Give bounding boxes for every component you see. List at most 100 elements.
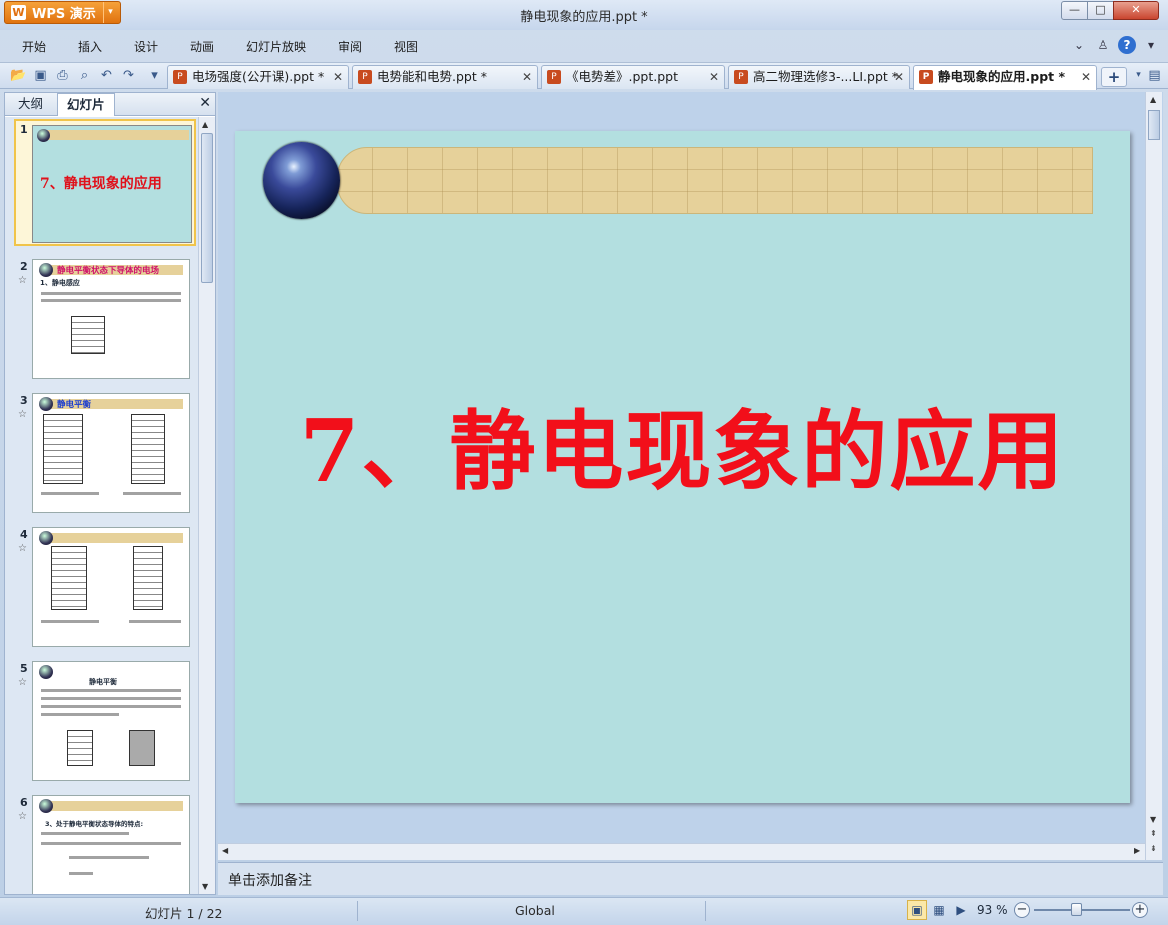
scrollbar-thumb[interactable] <box>1148 110 1160 140</box>
text-line <box>41 689 181 692</box>
thumbnails-scrollbar[interactable]: ▲ ▼ <box>198 117 215 894</box>
ppt-file-icon: P <box>547 70 561 84</box>
doc-tab-3[interactable]: P 《电势差》.ppt.ppt ✕ <box>541 65 725 89</box>
slide-number: 2 <box>20 260 28 273</box>
globe-image <box>263 142 340 219</box>
tab-layout-icon[interactable]: ▤ <box>1146 67 1163 84</box>
close-tab-icon[interactable]: ✕ <box>894 66 904 88</box>
zoom-out-icon[interactable]: − <box>1014 902 1030 918</box>
slide-thumbnail-4[interactable]: 4 ☆ <box>5 527 198 652</box>
save-icon[interactable]: ▣ <box>32 67 49 84</box>
editor-vertical-scrollbar[interactable]: ▲ ▼ ⇞ ⇟ <box>1145 92 1162 860</box>
zoom-slider-track[interactable] <box>1034 909 1130 911</box>
globe-icon <box>39 799 53 813</box>
slides-panel: 大纲 幻灯片 ✕ 1 7、静电现象的应用 2 ☆ 静电平衡状态下导体的电场 1、… <box>4 92 216 895</box>
next-slide-icon[interactable]: ⇟ <box>1150 844 1157 853</box>
scroll-left-icon[interactable]: ◀ <box>222 846 228 855</box>
scroll-up-icon[interactable]: ▲ <box>202 120 208 129</box>
close-window-button[interactable]: ✕ <box>1113 1 1159 20</box>
thumbnail-title: 7、静电现象的应用 <box>40 176 162 192</box>
collapse-ribbon-icon[interactable]: ⌄ <box>1070 36 1088 54</box>
slide-canvas[interactable]: 7、静电现象的应用 <box>235 131 1130 803</box>
minimize-button[interactable]: — <box>1061 1 1088 20</box>
doc-tab-label: 电势能和电势.ppt * <box>377 69 487 84</box>
editor-horizontal-scrollbar[interactable]: ◀ ▶ <box>218 843 1145 860</box>
slide-number: 3 <box>20 394 28 407</box>
menu-home[interactable]: 开始 <box>22 38 46 55</box>
scroll-down-icon[interactable]: ▼ <box>202 882 208 891</box>
new-tab-button[interactable]: + <box>1101 67 1127 87</box>
text-line <box>41 492 99 495</box>
scroll-right-icon[interactable]: ▶ <box>1134 846 1140 855</box>
menu-right-tools: ⌄ ♙ ? ▾ <box>1070 36 1160 54</box>
slide-thumbnail-1[interactable]: 1 7、静电现象的应用 <box>14 119 196 246</box>
notes-pane[interactable]: 单击添加备注 <box>218 862 1163 895</box>
help-icon[interactable]: ? <box>1118 36 1136 54</box>
formula-line <box>69 872 93 875</box>
redo-icon[interactable]: ↷ <box>120 67 137 84</box>
slide-thumbnail-5[interactable]: 5 ☆ 静电平衡 <box>5 661 198 786</box>
close-tab-icon[interactable]: ✕ <box>522 66 532 88</box>
slide-thumbnail-2[interactable]: 2 ☆ 静电平衡状态下导体的电场 1、静电感应 <box>5 259 198 384</box>
slide-sorter-icon[interactable]: ▦ <box>929 900 949 920</box>
slide-editor: 7、静电现象的应用 ▲ ▼ ⇞ ⇟ ◀ ▶ <box>218 92 1163 860</box>
doc-tab-active[interactable]: P 静电现象的应用.ppt * ✕ <box>913 65 1097 90</box>
tab-list-icon[interactable]: ▾ <box>1130 67 1147 84</box>
text-line <box>41 697 181 700</box>
maximize-button[interactable]: □ <box>1087 1 1114 20</box>
menu-animation[interactable]: 动画 <box>190 38 214 55</box>
thumbnail-title: 3、处于静电平衡状态导体的特点: <box>45 820 144 828</box>
undo-icon[interactable]: ↶ <box>98 67 115 84</box>
doc-tab-2[interactable]: P 电势能和电势.ppt * ✕ <box>352 65 538 89</box>
menu-design[interactable]: 设计 <box>134 38 158 55</box>
previous-slide-icon[interactable]: ⇞ <box>1150 829 1157 838</box>
open-folder-icon[interactable]: 📂 <box>10 67 27 84</box>
scrollbar-thumb[interactable] <box>201 133 213 283</box>
scroll-down-icon[interactable]: ▼ <box>1150 815 1156 824</box>
slide-thumbnail-image: 3、处于静电平衡状态导体的特点: <box>32 795 190 894</box>
theme-name: Global <box>515 903 555 918</box>
menu-slideshow[interactable]: 幻灯片放映 <box>246 38 306 55</box>
slide-thumbnail-6[interactable]: 6 ☆ 3、处于静电平衡状态导体的特点: <box>5 795 198 894</box>
text-line <box>41 299 181 302</box>
slide-thumbnail-image: 7、静电现象的应用 <box>32 125 192 243</box>
formula-line <box>69 856 149 859</box>
tab-slides[interactable]: 幻灯片 <box>57 93 115 116</box>
print-preview-icon[interactable]: ⌕ <box>76 67 93 84</box>
chevron-down-icon[interactable]: ▾ <box>1142 36 1160 54</box>
thumbnail-title: 静电平衡 <box>57 400 92 410</box>
zoom-in-icon[interactable]: + <box>1132 902 1148 918</box>
close-panel-icon[interactable]: ✕ <box>199 95 211 111</box>
normal-view-icon[interactable]: ▣ <box>907 900 927 920</box>
skin-shirt-icon[interactable]: ♙ <box>1094 36 1112 54</box>
animation-star-icon: ☆ <box>18 409 27 420</box>
scroll-up-icon[interactable]: ▲ <box>1150 95 1156 104</box>
slide-title[interactable]: 7、静电现象的应用 <box>235 381 1130 506</box>
slide-thumbnail-3[interactable]: 3 ☆ 静电平衡 <box>5 393 198 518</box>
globe-icon <box>39 531 53 545</box>
menu-view[interactable]: 视图 <box>394 38 418 55</box>
thumbnail-title: 静电平衡 <box>89 678 117 686</box>
panel-tabs: 大纲 幻灯片 ✕ <box>5 93 215 116</box>
print-icon[interactable]: ⎙ <box>54 67 71 84</box>
close-tab-icon[interactable]: ✕ <box>333 66 343 88</box>
close-tab-icon[interactable]: ✕ <box>1081 66 1091 88</box>
zoom-level: 93 % <box>977 903 1008 917</box>
slide-thumbnails: 1 7、静电现象的应用 2 ☆ 静电平衡状态下导体的电场 1、静电感应 3 ☆ … <box>5 117 198 894</box>
globe-icon <box>39 665 53 679</box>
menu-insert[interactable]: 插入 <box>78 38 102 55</box>
doc-tab-4[interactable]: P 高二物理选修3-...LI.ppt * ✕ <box>728 65 910 89</box>
tab-outline[interactable]: 大纲 <box>9 93 52 116</box>
text-line <box>41 713 119 716</box>
menu-review[interactable]: 审阅 <box>338 38 362 55</box>
doc-tab-label: 电场强度(公开课).ppt * <box>192 69 325 84</box>
close-tab-icon[interactable]: ✕ <box>709 66 719 88</box>
slideshow-play-icon[interactable]: ▶ <box>951 900 971 920</box>
animation-star-icon: ☆ <box>18 811 27 822</box>
window-title: 静电现象的应用.ppt * <box>520 10 648 25</box>
text-line <box>41 620 99 623</box>
doc-tab-1[interactable]: P 电场强度(公开课).ppt * ✕ <box>167 65 349 89</box>
customize-toolbar-icon[interactable]: ▾ <box>146 67 163 84</box>
zoom-slider-handle[interactable] <box>1071 903 1082 916</box>
slide-thumbnail-image: 静电平衡 <box>32 393 190 513</box>
